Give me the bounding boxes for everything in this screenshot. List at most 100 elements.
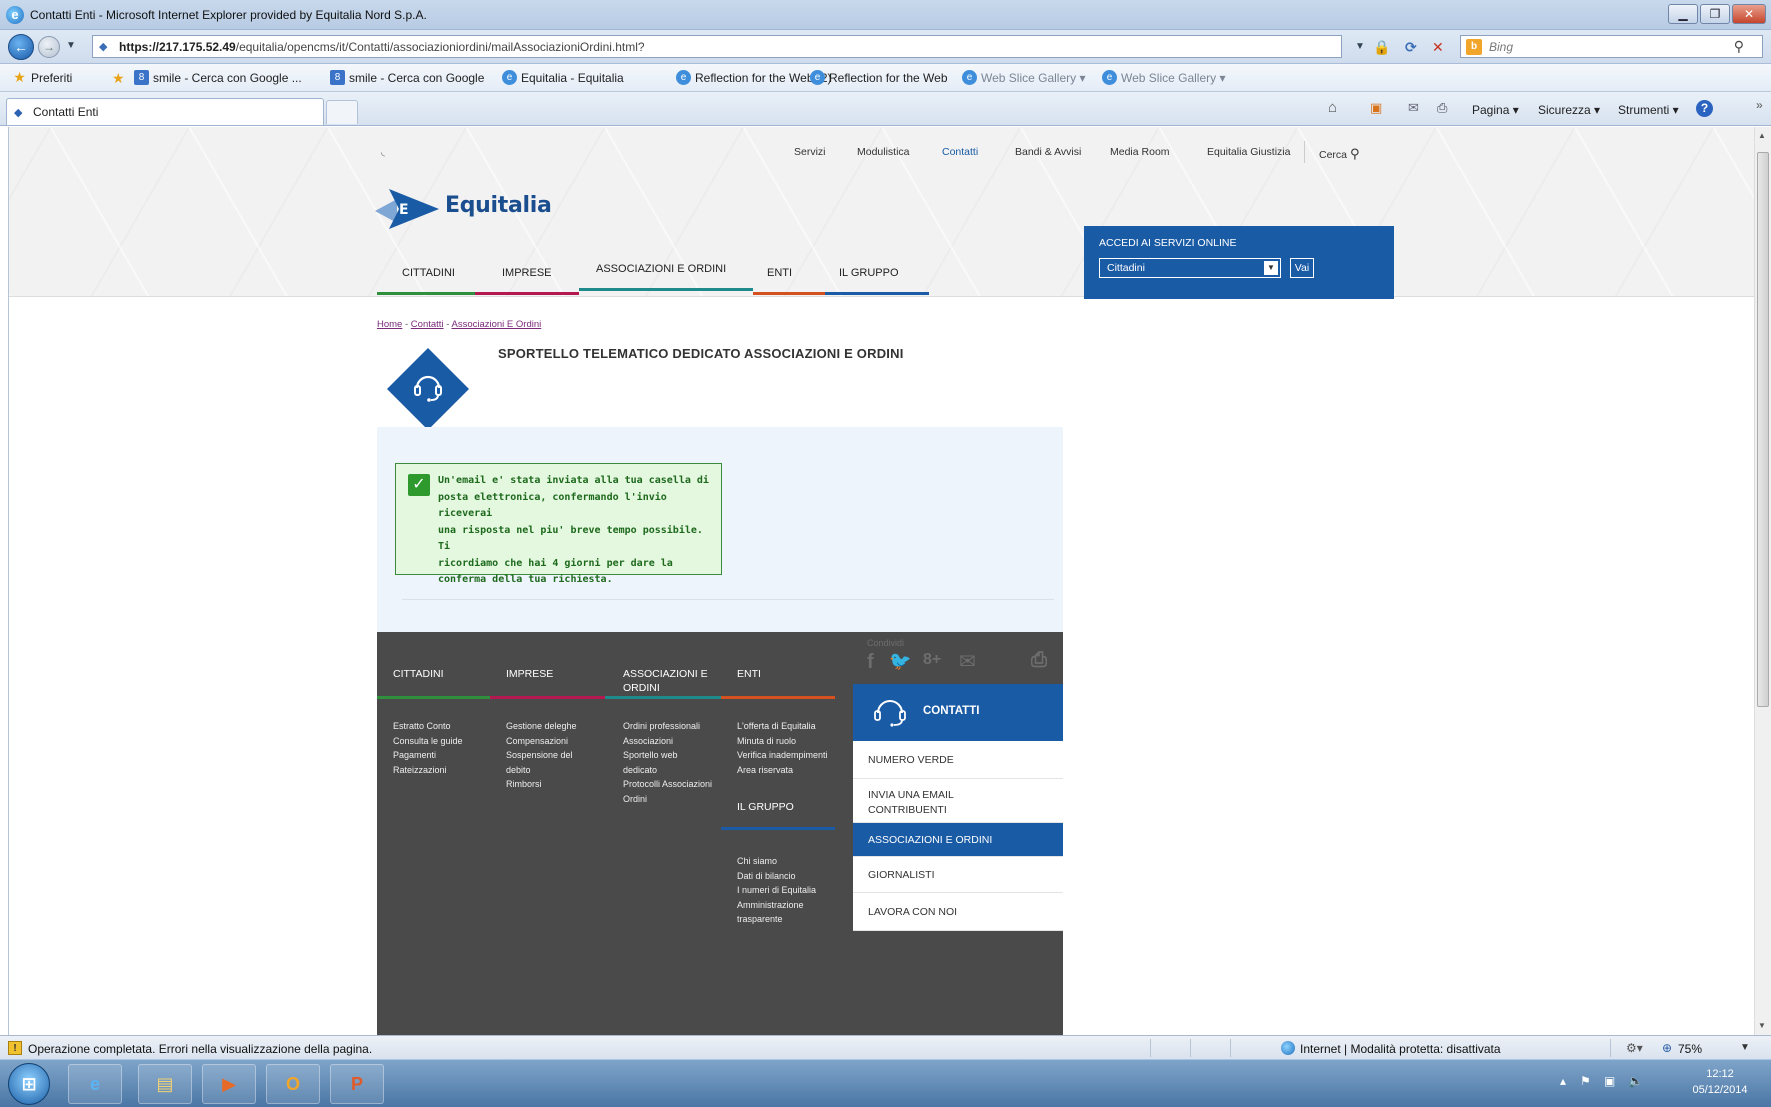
footer-link[interactable]: Amministrazione xyxy=(737,898,816,913)
tab-contatti-enti[interactable]: ◆ Contatti Enti xyxy=(6,98,324,125)
footer-link[interactable]: Ordini professionali xyxy=(623,719,712,734)
search-icon[interactable]: ⚲ xyxy=(1734,38,1744,55)
footer-link[interactable]: Compensazioni xyxy=(506,734,577,749)
tray-expand-icon[interactable]: ▴ xyxy=(1560,1074,1566,1088)
contatti-numero-verde[interactable]: NUMERO VERDE xyxy=(853,741,1063,779)
fav-link-4[interactable]: e Reflection for the Web (2) xyxy=(676,70,832,85)
contatti-associazioni-ordini[interactable]: ASSOCIAZIONI E ORDINI xyxy=(853,823,1063,857)
system-clock[interactable]: 12:12 05/12/2014 xyxy=(1690,1066,1750,1098)
fav-link-6[interactable]: e Web Slice Gallery ▾ xyxy=(962,70,1086,85)
menu-strumenti[interactable]: Strumenti ▾ xyxy=(1618,103,1679,117)
zoom-level[interactable]: 75% xyxy=(1678,1042,1702,1056)
logo-text[interactable]: Equitalia xyxy=(445,193,552,218)
back-button[interactable]: ← xyxy=(8,34,34,60)
url-dropdown-icon[interactable]: ▼ xyxy=(1355,41,1365,52)
close-button[interactable]: ✕ xyxy=(1732,4,1766,24)
network-icon[interactable]: ▣ xyxy=(1604,1074,1615,1088)
lock-icon[interactable]: 🔒 xyxy=(1373,39,1390,56)
footer-link[interactable]: dedicato xyxy=(623,763,712,778)
footer-heading-imprese[interactable]: IMPRESE xyxy=(506,667,553,681)
refresh-icon[interactable]: ⟳ xyxy=(1405,39,1417,56)
stop-icon[interactable]: ✕ xyxy=(1432,39,1444,56)
breadcrumb-home[interactable]: Home xyxy=(377,319,402,330)
footer-link[interactable]: Rimborsi xyxy=(506,777,577,792)
twitter-icon[interactable]: 🐦 xyxy=(889,651,911,672)
forward-button[interactable]: → xyxy=(38,36,60,58)
nav-imprese[interactable]: IMPRESE xyxy=(502,267,552,279)
footer-heading-cittadini[interactable]: CITTADINI xyxy=(393,667,444,681)
util-contatti[interactable]: Contatti xyxy=(942,146,978,158)
fav-link-7[interactable]: e Web Slice Gallery ▾ xyxy=(1102,70,1226,85)
footer-link[interactable]: Consulta le guide xyxy=(393,734,463,749)
nav-associazioni-ordini[interactable]: ASSOCIAZIONI E ORDINI xyxy=(596,263,726,275)
footer-link[interactable]: Ordini xyxy=(623,792,712,807)
util-bandi-avvisi[interactable]: Bandi & Avvisi xyxy=(1015,146,1081,158)
footer-link[interactable]: Gestione deleghe xyxy=(506,719,577,734)
warning-icon[interactable]: ! xyxy=(8,1041,22,1055)
equitalia-logo-icon[interactable]: E xyxy=(375,187,439,229)
explorer-taskbar-icon[interactable]: ▤ xyxy=(138,1064,192,1104)
scroll-down-icon[interactable]: ▼ xyxy=(1758,1021,1766,1030)
footer-heading-associazioni[interactable]: ASSOCIAZIONI E ORDINI xyxy=(623,667,708,695)
nav-cittadini[interactable]: CITTADINI xyxy=(402,267,455,279)
footer-heading-enti[interactable]: ENTI xyxy=(737,667,761,681)
action-center-icon[interactable]: ⚑ xyxy=(1580,1074,1591,1088)
footer-link[interactable]: Chi siamo xyxy=(737,854,816,869)
chevron-more-icon[interactable]: » xyxy=(1756,98,1763,112)
home-icon[interactable]: ⌂ xyxy=(1328,99,1337,116)
footer-link[interactable]: debito xyxy=(506,763,577,778)
add-favorite-icon[interactable]: ★ xyxy=(112,70,125,87)
protected-mode-icon[interactable]: ⚙▾ xyxy=(1626,1041,1643,1055)
email-share-icon[interactable]: ✉ xyxy=(959,649,976,674)
fav-link-1[interactable]: 8 smile - Cerca con Google ... xyxy=(134,70,302,85)
fav-link-2[interactable]: 8 smile - Cerca con Google xyxy=(330,70,484,85)
footer-link[interactable]: Pagamenti xyxy=(393,748,463,763)
contatti-header[interactable]: CONTATTI xyxy=(853,684,1063,741)
zoom-dropdown-icon[interactable]: ▼ xyxy=(1740,1042,1750,1053)
contatti-giornalisti[interactable]: GIORNALISTI xyxy=(853,857,1063,893)
help-icon[interactable]: ? xyxy=(1696,100,1713,117)
menu-sicurezza[interactable]: Sicurezza ▾ xyxy=(1538,103,1600,117)
footer-link[interactable]: Estratto Conto xyxy=(393,719,463,734)
print-icon[interactable]: ⎙ xyxy=(1437,100,1447,116)
footer-heading-il-gruppo[interactable]: IL GRUPPO xyxy=(737,800,794,814)
footer-link[interactable]: Verifica inadempimenti xyxy=(737,748,828,763)
maximize-button[interactable]: ❐ xyxy=(1700,4,1730,24)
url-input[interactable]: ◆ https://217.175.52.49/equitalia/opencm… xyxy=(92,35,1342,58)
footer-link[interactable]: L'offerta di Equitalia xyxy=(737,719,828,734)
footer-link[interactable]: Dati di bilancio xyxy=(737,869,816,884)
facebook-icon[interactable]: f xyxy=(867,651,874,674)
site-search-button[interactable]: Cerca ⚲ xyxy=(1319,146,1359,162)
new-tab-button[interactable] xyxy=(326,100,358,124)
print-page-icon[interactable]: ⎙ xyxy=(1031,649,1047,672)
footer-link[interactable]: Protocolli Associazioni xyxy=(623,777,712,792)
footer-link[interactable]: I numeri di Equitalia xyxy=(737,883,816,898)
scroll-up-icon[interactable]: ▲ xyxy=(1758,131,1766,140)
search-input[interactable]: b Bing ⚲ xyxy=(1460,35,1763,58)
footer-link[interactable]: Associazioni xyxy=(623,734,712,749)
history-dropdown-icon[interactable]: ▼ xyxy=(66,40,76,51)
rss-icon[interactable]: ◟ xyxy=(381,146,385,158)
user-type-select[interactable]: Cittadini ▼ xyxy=(1099,258,1281,278)
ie-taskbar-icon[interactable]: e xyxy=(68,1064,122,1104)
fav-link-3[interactable]: e Equitalia - Equitalia xyxy=(502,70,624,85)
util-equitalia-giustizia[interactable]: Equitalia Giustizia xyxy=(1207,146,1290,158)
volume-icon[interactable]: 🔈 xyxy=(1628,1074,1643,1088)
nav-il-gruppo[interactable]: IL GRUPPO xyxy=(839,267,899,279)
breadcrumb-contatti[interactable]: Contatti xyxy=(411,319,444,330)
security-zone[interactable]: Internet | Modalità protetta: disattivat… xyxy=(1300,1042,1501,1056)
footer-link[interactable]: Minuta di ruolo xyxy=(737,734,828,749)
vertical-scrollbar[interactable]: ▲ ▼ xyxy=(1754,127,1771,1035)
feeds-icon[interactable]: ▣ xyxy=(1370,100,1382,116)
googleplus-icon[interactable]: 8+ xyxy=(923,651,941,669)
contatti-invia-email[interactable]: INVIA UNA EMAIL CONTRIBUENTI xyxy=(853,779,1063,823)
outlook-taskbar-icon[interactable]: O xyxy=(266,1064,320,1104)
media-player-taskbar-icon[interactable]: ▶ xyxy=(202,1064,256,1104)
footer-link[interactable]: Rateizzazioni xyxy=(393,763,463,778)
footer-link[interactable]: Sospensione del xyxy=(506,748,577,763)
footer-link[interactable]: Area riservata xyxy=(737,763,828,778)
nav-enti[interactable]: ENTI xyxy=(767,267,792,279)
footer-link[interactable]: Sportello web xyxy=(623,748,712,763)
powerpoint-taskbar-icon[interactable]: P xyxy=(330,1064,384,1104)
util-media-room[interactable]: Media Room xyxy=(1110,146,1170,158)
